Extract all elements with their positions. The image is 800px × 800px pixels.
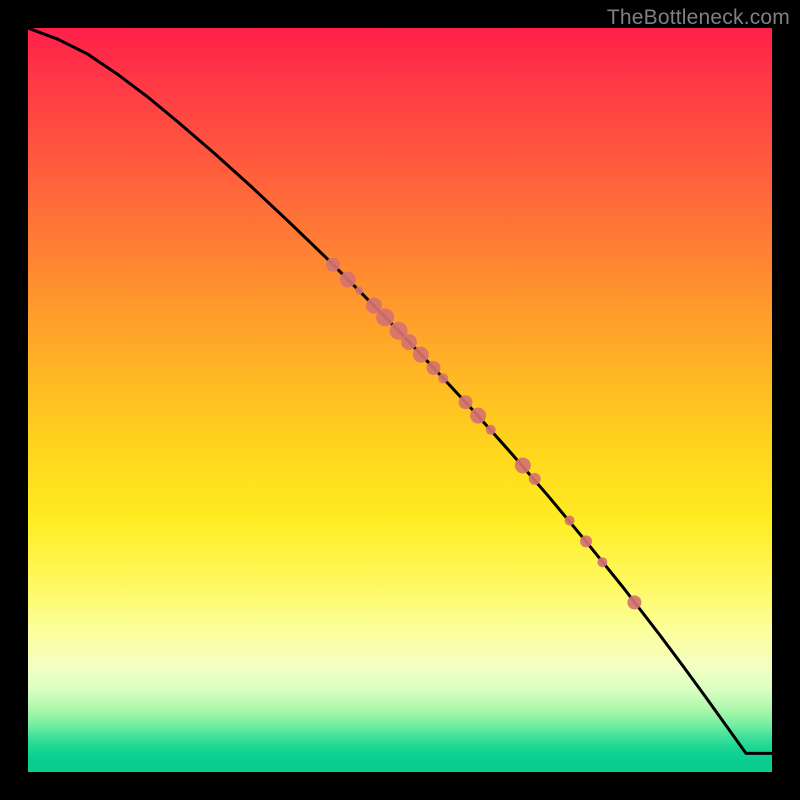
bottleneck-curve (28, 28, 772, 753)
data-marker (326, 258, 340, 272)
watermark-text: TheBottleneck.com (607, 6, 790, 30)
curve-layer (28, 28, 772, 753)
chart-stage: TheBottleneck.com (0, 0, 800, 800)
data-marker (515, 458, 531, 474)
data-marker (470, 408, 486, 424)
data-marker (580, 535, 592, 547)
data-marker (565, 516, 575, 526)
data-marker (459, 395, 473, 409)
data-marker (401, 334, 417, 350)
data-marker (529, 473, 541, 485)
markers-layer (326, 258, 641, 610)
chart-svg (28, 28, 772, 772)
data-marker (486, 425, 496, 435)
data-marker (597, 557, 607, 567)
data-marker (627, 595, 641, 609)
data-marker (355, 287, 363, 295)
plot-area (28, 28, 772, 772)
data-marker (438, 373, 448, 383)
data-marker (376, 308, 394, 326)
data-marker (427, 361, 441, 375)
data-marker (340, 272, 356, 288)
data-marker (413, 347, 429, 363)
